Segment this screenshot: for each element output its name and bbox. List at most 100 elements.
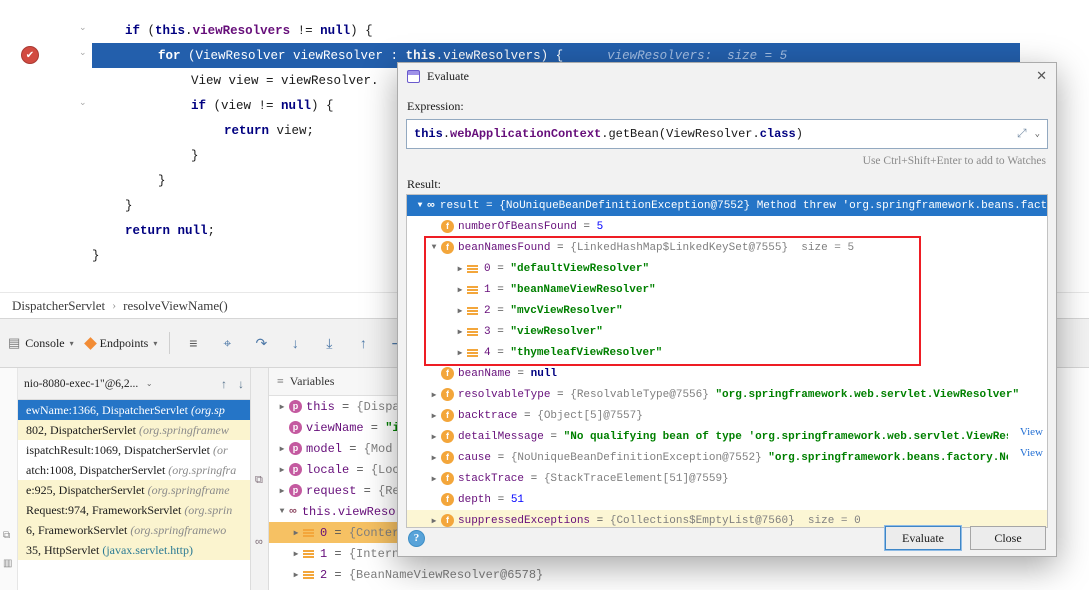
force-step-into-icon[interactable]: ⤓ [318,335,340,352]
fold-marker-icon[interactable]: ⌄ [79,22,89,33]
help-icon[interactable]: ? [408,530,425,547]
chevron-down-icon[interactable]: ▼ [413,201,427,210]
result-tree-row[interactable]: f numberOfBeansFound = 5 [407,216,1047,237]
code-line[interactable]: if ( this . viewResolvers != null ) { [92,18,373,43]
result-tree-row[interactable]: ▶ f backtrace = {Object[5]@7557} [407,405,1047,426]
close-icon[interactable]: ✕ [1036,68,1047,84]
result-tree-row[interactable]: ▶ 4 = "thymeleafViewResolver" [407,342,1047,363]
code-line[interactable]: } [92,168,166,193]
fold-marker-icon[interactable]: ⌄ [79,97,89,108]
evaluate-button[interactable]: Evaluate [885,526,961,550]
chevron-down-icon[interactable]: ▼ [275,507,289,516]
step-into-icon[interactable]: ↓ [284,335,306,351]
code-line[interactable]: if (view != null ) { [92,93,334,118]
code-line[interactable]: } [92,193,133,218]
tab-endpoints[interactable]: Endpoints ▾ [86,336,158,351]
chevron-right-icon[interactable]: ▶ [289,528,303,538]
chevron-right-icon[interactable]: ▶ [453,264,467,274]
chevron-right-icon[interactable]: ▶ [453,327,467,337]
stack-frame-row[interactable]: atch:1008, DispatcherServlet (org.spring… [18,460,250,480]
stack-frame-row[interactable]: ewName:1366, DispatcherServlet (org.sp [18,400,250,420]
chevron-right-icon[interactable]: ▶ [453,348,467,358]
code-line[interactable]: View view = viewResolver. [92,68,379,93]
fold-marker-icon[interactable]: ⌄ [79,47,89,58]
step-over-icon[interactable]: ↷ [250,335,272,352]
code-line[interactable]: } [92,243,100,268]
code-text: . [601,127,608,141]
chevron-right-icon[interactable]: ▶ [275,402,289,412]
result-tree-row[interactable]: ▼ ∞ result = {NoUniqueBeanDefinitionExce… [407,195,1047,216]
breadcrumb-class[interactable]: DispatcherServlet [12,298,105,314]
frame-package: (or [213,443,228,458]
frame-package: (org.springfra [168,463,236,478]
stack-frame-row[interactable]: 802, DispatcherServlet (org.springframew [18,420,250,440]
stripe-panel-icon[interactable]: ▥ [3,558,12,569]
chevron-right-icon[interactable]: ▶ [275,486,289,496]
step-out-icon[interactable]: ↑ [352,335,374,351]
watches-icon[interactable]: ∞ [255,536,263,548]
frame-location: 35, HttpServlet [26,543,102,558]
code-field: viewResolvers [193,24,291,38]
chevron-down-icon[interactable]: ▼ [427,243,441,252]
chevron-right-icon[interactable]: ▶ [453,285,467,295]
result-tree-row[interactable]: ▶ 2 = "mvcViewResolver" [407,300,1047,321]
chevron-right-icon[interactable]: ▶ [275,444,289,454]
result-tree-row[interactable]: ▶ f stackTrace = {StackTraceElement[51]@… [407,468,1047,489]
dialog-title-bar[interactable]: Evaluate ✕ [398,63,1056,89]
result-icon: ∞ [427,200,435,211]
history-chevron-icon[interactable]: ⌄ [1035,129,1040,139]
stripe-copy-icon[interactable]: ⧉ [3,530,10,541]
chevron-right-icon[interactable]: ▶ [427,411,441,421]
chevron-right-icon[interactable]: ▶ [427,432,441,442]
layout-menu-icon[interactable]: ≡ [182,335,204,351]
chevron-right-icon[interactable]: ▶ [289,570,303,580]
result-tree-row[interactable]: f beanName = null [407,363,1047,384]
thread-selector[interactable]: nio-8080-exec-1"@6,2... ⌄ [24,378,156,390]
result-tree-row[interactable]: ▶ 0 = "defaultViewResolver" [407,258,1047,279]
copy-icon[interactable]: ⧉ [255,474,263,487]
result-tree-row[interactable]: ▶ 1 = "beanNameViewResolver" [407,279,1047,300]
expand-editor-icon[interactable]: ⤢ [1017,127,1027,141]
field-icon: f [441,409,454,422]
navigate-up-icon[interactable]: ↑ [221,377,227,391]
array-item-icon [303,529,314,537]
stack-frame-row[interactable]: 6, FrameworkServlet (org.springframewo [18,520,250,540]
chevron-right-icon[interactable]: ▶ [427,453,441,463]
code-text: .viewResolvers) { [436,49,564,63]
code-line[interactable]: return view; [92,118,314,143]
chevron-right-icon[interactable]: ▶ [275,465,289,475]
chevron-right-icon[interactable]: ▶ [289,549,303,559]
close-button[interactable]: Close [970,526,1046,550]
result-tree-row[interactable]: ▶ f resolvableType = {ResolvableType@755… [407,384,1047,405]
menu-icon[interactable]: ≡ [277,374,284,389]
result-tree-row[interactable]: f depth = 51 [407,489,1047,510]
breakpoint-icon[interactable]: ✔ [21,46,39,64]
show-execution-point-icon[interactable]: ⌖ [216,335,238,352]
var-name: depth [458,494,491,506]
breadcrumb-method[interactable]: resolveViewName() [123,298,228,314]
equals: = [327,547,349,561]
view-link[interactable]: View [1008,426,1043,447]
stack-frame-row[interactable]: 35, HttpServlet (javax.servlet.http) [18,540,250,560]
chevron-right-icon[interactable]: ▶ [427,390,441,400]
code-line[interactable]: return null ; [92,218,215,243]
expression-input[interactable]: this . webApplicationContext . getBean(V… [406,119,1048,149]
stack-frame-row[interactable]: Request:974, FrameworkServlet (org.sprin [18,500,250,520]
stack-frame-row[interactable]: e:925, DispatcherServlet (org.springfram… [18,480,250,500]
result-tree-row[interactable]: ▶ 3 = "viewResolver" [407,321,1047,342]
code-text [170,224,178,238]
code-line[interactable]: } [92,143,199,168]
var-value: {LinkedHashMap$LinkedKeySet@7555} [570,242,788,254]
stack-frame-row[interactable]: ispatchResult:1069, DispatcherServlet (o… [18,440,250,460]
var-value: 51 [511,494,524,506]
result-tree-row[interactable]: ▶ f cause = {NoUniqueBeanDefinitionExcep… [407,447,1047,468]
result-tree-row[interactable]: ▶ f detailMessage = "No qualifying bean … [407,426,1047,447]
frame-location: 802, DispatcherServlet [26,423,139,438]
navigate-down-icon[interactable]: ↓ [238,377,244,391]
chevron-right-icon[interactable]: ▶ [453,306,467,316]
view-link[interactable]: View [1008,447,1043,468]
result-tree-row[interactable]: ▼ f beanNamesFound = {LinkedHashMap$Link… [407,237,1047,258]
variable-row[interactable]: ▶ 2 = {BeanNameViewResolver@6578} [269,564,829,585]
tab-console[interactable]: ▤ Console ▾ [8,335,74,351]
chevron-right-icon[interactable]: ▶ [427,474,441,484]
